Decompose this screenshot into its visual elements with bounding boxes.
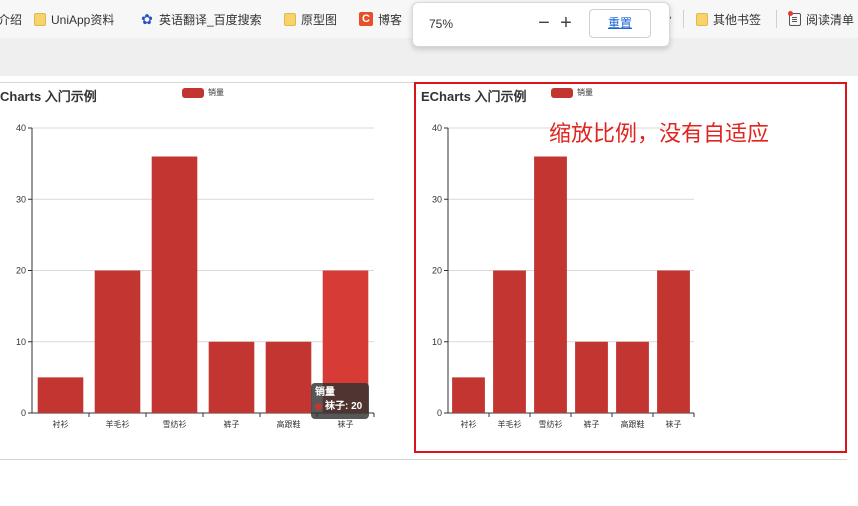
chart-title: Charts 入门示例 <box>0 89 97 104</box>
chart-legend[interactable]: 销量 <box>182 87 224 98</box>
zoom-out-button[interactable]: − <box>533 12 555 34</box>
folder-icon <box>696 12 708 26</box>
bar[interactable] <box>37 377 84 413</box>
baidu-paw-icon: ✿ <box>141 11 153 27</box>
bookmark-label: 阅读清单 <box>806 12 855 27</box>
bar[interactable] <box>208 341 255 413</box>
bar[interactable] <box>151 156 198 414</box>
bookmark-label: 英语翻译_百度搜索 <box>159 12 262 27</box>
x-tick-label: 高跟鞋 <box>277 419 301 429</box>
bookmark-label: 博客 <box>378 12 403 27</box>
zoom-level: 75% <box>429 17 454 31</box>
x-tick-label: 雪纺衫 <box>163 419 187 429</box>
series-dot-icon <box>315 402 322 410</box>
bookmark-label: 其他书签 <box>713 12 762 27</box>
tooltip-item-text: 袜子: 20 <box>325 401 363 412</box>
notification-dot-icon <box>788 10 793 16</box>
y-tick-label: 0 <box>21 408 26 418</box>
annotation-text: 缩放比例，没有自适应 <box>549 121 770 146</box>
x-tick-label: 羊毛衫 <box>106 419 130 429</box>
tooltip-series: 销量 <box>315 387 335 398</box>
bookmark-item-baidu-translate[interactable]: ✿ 英语翻译_百度搜索 <box>140 9 262 29</box>
bookmark-item-prototype[interactable]: 原型图 <box>284 9 337 29</box>
chart-tooltip: 销量 袜子: 20 <box>311 383 369 419</box>
page-divider-bottom <box>0 459 847 460</box>
x-tick-label: 裤子 <box>224 419 240 429</box>
c-logo-icon: C <box>359 12 373 26</box>
divider <box>683 10 684 28</box>
bookmark-label: 介绍 <box>0 12 23 27</box>
divider <box>776 10 777 28</box>
bookmark-item-blog[interactable]: C 博客 <box>359 9 402 29</box>
bookmark-item-other[interactable]: 其他书签 <box>696 9 761 29</box>
bookmark-item-uniapp[interactable]: UniApp资料 <box>34 9 114 29</box>
y-tick-label: 30 <box>16 194 26 204</box>
bookmark-item-intro[interactable]: 介绍 <box>0 9 22 29</box>
y-tick-label: 20 <box>16 266 26 276</box>
x-tick-label: 袜子 <box>338 419 354 429</box>
legend-label: 销量 <box>208 88 224 97</box>
bookmark-label: UniApp资料 <box>51 12 115 27</box>
bookmark-item-reading-list[interactable]: 阅读清单 <box>788 9 855 29</box>
bookmark-label: 原型图 <box>301 12 338 27</box>
bar[interactable] <box>265 341 312 413</box>
x-tick-label: 衬衫 <box>53 419 69 429</box>
folder-icon <box>284 12 296 26</box>
bar[interactable] <box>94 270 141 414</box>
tooltip-item: 袜子: 20 <box>315 400 365 414</box>
y-tick-label: 40 <box>16 123 26 133</box>
folder-icon <box>34 12 46 26</box>
zoom-popup: 75% − + 重置 <box>412 2 670 47</box>
zoom-in-button[interactable]: + <box>555 12 577 34</box>
legend-swatch <box>182 87 204 98</box>
reading-list-icon <box>788 10 801 26</box>
y-tick-label: 10 <box>16 337 26 347</box>
reset-zoom-button[interactable]: 重置 <box>589 9 651 38</box>
